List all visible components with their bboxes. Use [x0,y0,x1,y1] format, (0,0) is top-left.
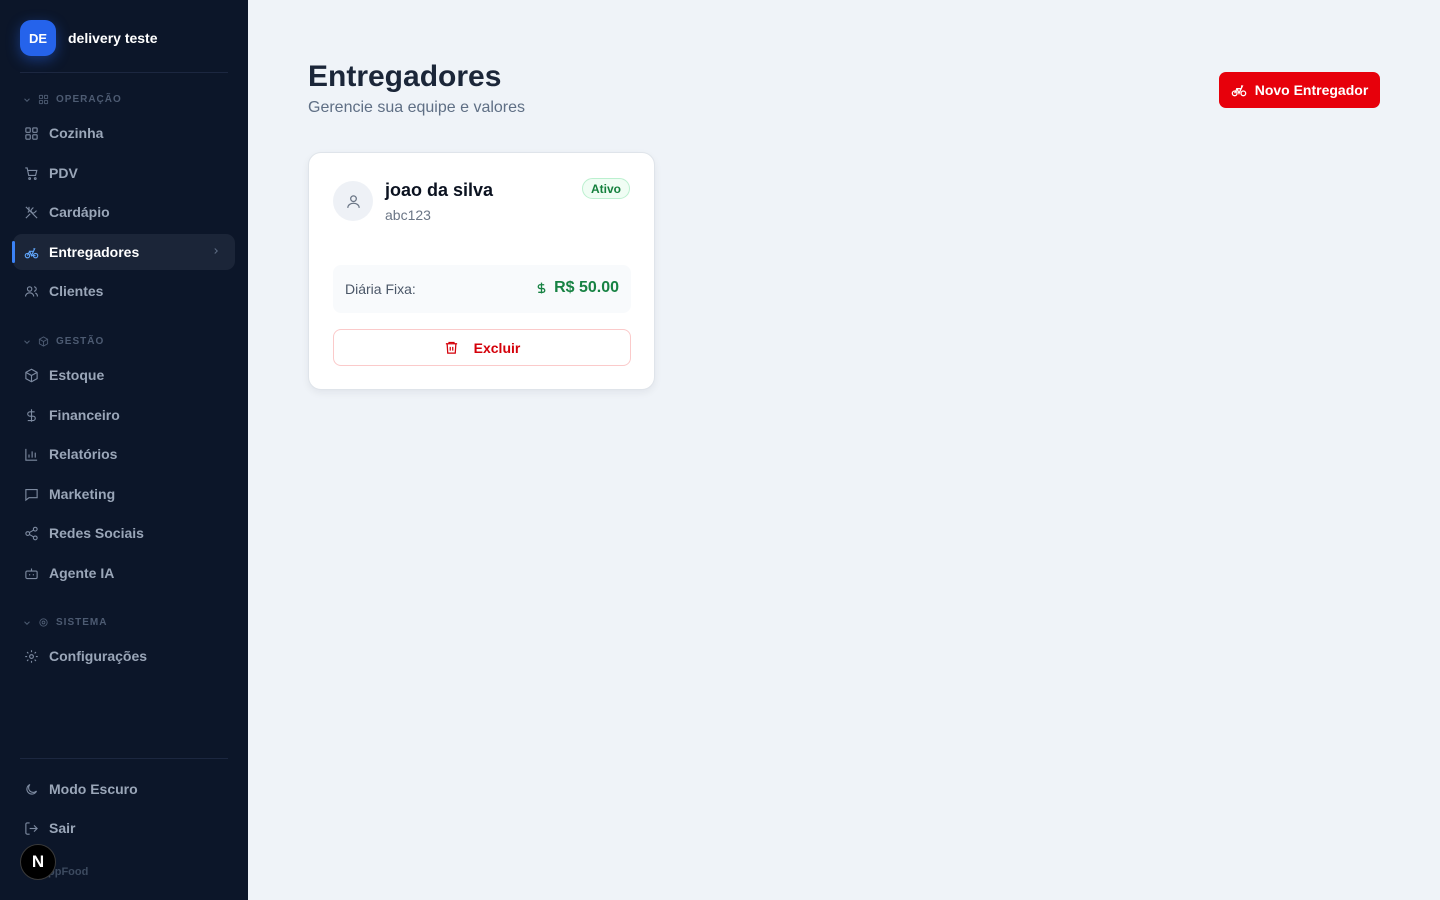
sidebar-item-marketing[interactable]: Marketing [13,476,235,512]
brand[interactable]: DE delivery teste [20,20,158,56]
delete-button[interactable]: Excluir [333,329,631,366]
trash-icon [445,341,457,354]
gear-icon [24,649,39,664]
sidebar-item-cozinha[interactable]: Cozinha [13,115,235,151]
box-icon [38,336,49,347]
sidebar-item-label: Entregadores [49,244,140,260]
section-label: SISTEMA [56,617,108,628]
chevron-right-icon [214,248,218,254]
sidebar-item-pdv[interactable]: PDV [13,155,235,191]
new-courier-label: Novo Entregador [1254,82,1369,98]
users-icon [24,284,39,299]
nextjs-badge[interactable]: N [20,844,56,880]
cart-icon [24,166,39,181]
chevron-down-icon [24,620,30,625]
section-operacao[interactable]: OPERAÇÃO [22,94,122,105]
section-sistema[interactable]: SISTEMA [22,617,107,628]
logout-button[interactable]: Sair [13,810,235,846]
bot-icon [24,566,39,581]
box-icon [24,368,39,383]
section-label: GESTÃO [56,336,105,347]
brand-name: delivery teste [68,30,158,46]
utensils-icon [24,205,39,220]
sidebar-divider [20,72,228,73]
fee-box: Diária Fixa: R$ 50.00 [333,265,631,313]
sidebar: DE delivery teste OPERAÇÃO Cozinha PDV C… [0,0,248,900]
fee-value-wrapper: R$ 50.00 [535,279,619,297]
delete-label: Excluir [473,339,521,356]
sidebar-item-clientes[interactable]: Clientes [13,273,235,309]
grid-icon [38,94,49,105]
sidebar-item-redes-sociais[interactable]: Redes Sociais [13,515,235,551]
sidebar-item-label: Estoque [49,367,105,383]
sidebar-item-financeiro[interactable]: Financeiro [13,397,235,433]
moon-icon [24,782,39,797]
avatar [333,181,373,221]
sidebar-item-label: Cozinha [49,125,104,141]
dark-mode-toggle[interactable]: Modo Escuro [13,771,235,807]
sidebar-item-label: Configurações [49,648,148,664]
sidebar-item-label: PDV [49,165,78,181]
courier-name: joao da silva [385,180,494,200]
logout-icon [24,821,39,836]
share-icon [24,526,39,541]
sidebar-item-label: Marketing [49,486,116,502]
sidebar-item-cardapio[interactable]: Cardápio [13,194,235,230]
dollar-icon [537,282,546,294]
gear-icon [39,618,48,627]
dollar-icon [24,408,39,423]
grid-icon [24,126,39,141]
sidebar-item-label: Agente IA [49,565,115,581]
courier-code: abc123 [385,207,431,223]
sidebar-divider [20,758,228,759]
bike-icon [24,245,39,260]
new-courier-button[interactable]: Novo Entregador [1219,72,1380,108]
sidebar-item-label: Financeiro [49,407,120,423]
sidebar-item-relatorios[interactable]: Relatórios [13,436,235,472]
sidebar-item-label: Cardápio [49,204,110,220]
message-icon [24,487,39,502]
page-title: Entregadores [308,60,502,93]
section-gestao[interactable]: GESTÃO [22,336,104,347]
sidebar-item-label: Redes Sociais [49,525,144,541]
sidebar-item-label: Relatórios [49,446,118,462]
sidebar-item-label: Clientes [49,283,104,299]
status-badge: Ativo [582,178,630,199]
brand-avatar: DE [20,20,56,56]
user-icon [346,194,360,208]
sidebar-item-configuracoes[interactable]: Configurações [13,638,235,674]
fee-value: R$ 50.00 [554,279,619,296]
logout-label: Sair [49,820,76,836]
sidebar-item-entregadores[interactable]: Entregadores [12,234,235,270]
dark-mode-label: Modo Escuro [49,781,138,797]
sidebar-item-estoque[interactable]: Estoque [13,357,235,393]
bike-icon [1231,85,1247,97]
bar-chart-icon [24,447,39,462]
page-subtitle: Gerencie sua equipe e valores [308,99,526,116]
chevron-down-icon [24,339,30,344]
courier-card: joao da silva abc123 Ativo Diária Fixa: … [308,152,655,390]
fee-label: Diária Fixa: [345,281,416,297]
chevron-down-icon [24,97,30,102]
sidebar-item-agente-ia[interactable]: Agente IA [13,555,235,591]
section-label: OPERAÇÃO [56,94,122,105]
